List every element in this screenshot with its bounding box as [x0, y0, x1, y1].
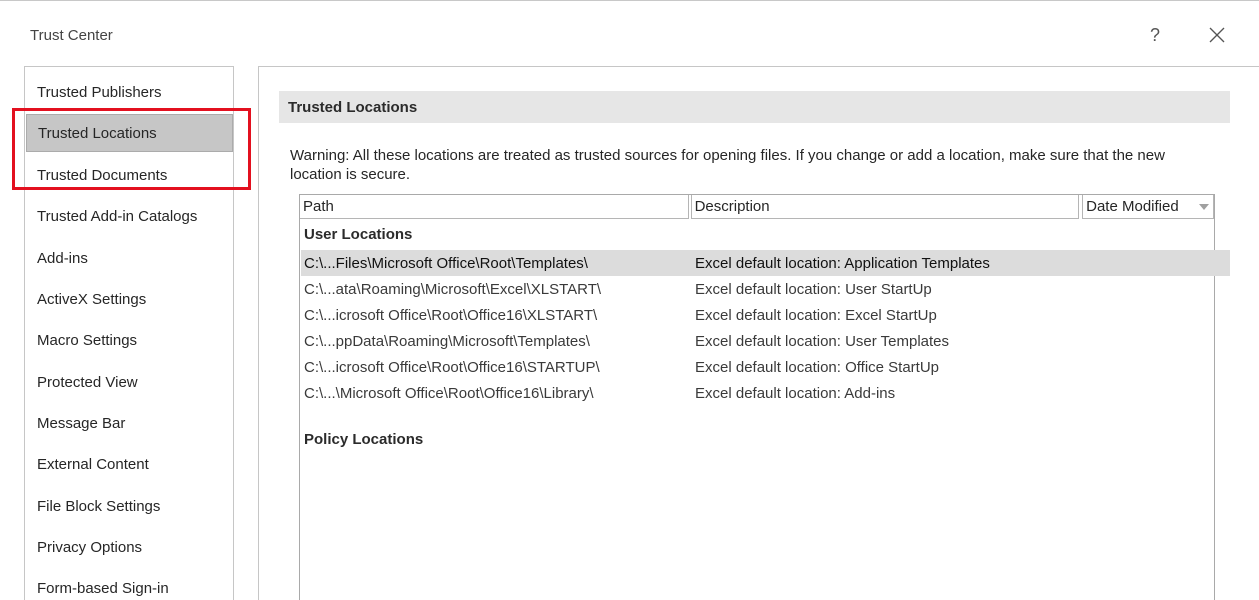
table-row[interactable]: C:\...\Microsoft Office\Root\Office16\Li…: [301, 380, 1230, 406]
sidebar-item-file-block-settings[interactable]: File Block Settings: [26, 487, 233, 525]
column-header-date-modified-label: Date Modified: [1086, 198, 1179, 215]
sidebar-item-trusted-documents[interactable]: Trusted Documents: [26, 156, 233, 194]
cell-path: C:\...Files\Microsoft Office\Root\Templa…: [304, 254, 588, 272]
table-row[interactable]: C:\...Files\Microsoft Office\Root\Templa…: [301, 250, 1230, 276]
sidebar-item-external-content[interactable]: External Content: [26, 445, 233, 483]
group-label-policy-locations: Policy Locations: [304, 431, 424, 448]
cell-path: C:\...ata\Roaming\Microsoft\Excel\XLSTAR…: [304, 280, 602, 298]
table-row[interactable]: C:\...ata\Roaming\Microsoft\Excel\XLSTAR…: [301, 276, 1230, 302]
table-row[interactable]: C:\...icrosoft Office\Root\Office16\XLST…: [301, 302, 1230, 328]
sidebar-item-add-ins[interactable]: Add-ins: [26, 239, 233, 277]
sidebar-item-privacy-options[interactable]: Privacy Options: [26, 528, 233, 566]
close-button[interactable]: [1204, 22, 1230, 48]
column-header-description[interactable]: Description: [690, 195, 1080, 219]
sidebar-item-trusted-locations[interactable]: Trusted Locations: [26, 114, 233, 152]
table-row[interactable]: C:\...ppData\Roaming\Microsoft\Templates…: [301, 328, 1230, 354]
close-icon: [1209, 27, 1225, 43]
warning-text: Warning: All these locations are treated…: [290, 147, 1165, 183]
section-title: Trusted Locations: [279, 91, 1230, 123]
sort-descending-icon: [1198, 203, 1209, 210]
cell-description: Excel default location: User StartUp: [695, 280, 932, 298]
cell-description: Excel default location: Excel StartUp: [695, 306, 937, 324]
group-label-user-locations: User Locations: [304, 226, 413, 243]
title-bar: Trust Center ?: [0, 0, 1259, 64]
cell-description: Excel default location: User Templates: [695, 332, 950, 350]
sidebar-nav: Trusted Publishers Trusted Locations Tru…: [24, 66, 234, 600]
sidebar-item-message-bar[interactable]: Message Bar: [26, 404, 233, 442]
column-header-path[interactable]: Path: [300, 195, 689, 219]
cell-path: C:\...icrosoft Office\Root\Office16\XLST…: [304, 306, 598, 324]
cell-description: Excel default location: Office StartUp: [695, 358, 940, 376]
sidebar-item-protected-view[interactable]: Protected View: [26, 363, 233, 401]
help-button[interactable]: ?: [1142, 22, 1168, 48]
cell-path: C:\...icrosoft Office\Root\Office16\STAR…: [304, 358, 600, 376]
sidebar-item-trusted-add-in-catalogs[interactable]: Trusted Add-in Catalogs: [26, 197, 233, 235]
trusted-locations-table: Path Description Date Modified User Loca…: [299, 194, 1230, 600]
column-header-date-modified[interactable]: Date Modified: [1082, 195, 1214, 219]
sidebar-item-form-based-sign-in[interactable]: Form-based Sign-in: [26, 569, 233, 600]
table-header: Path Description Date Modified: [300, 195, 1214, 219]
cell-description: Excel default location: Add-ins: [695, 384, 896, 402]
cell-description: Excel default location: Application Temp…: [695, 254, 990, 272]
window-title: Trust Center: [30, 27, 113, 44]
sidebar-item-trusted-publishers[interactable]: Trusted Publishers: [26, 73, 233, 111]
cell-path: C:\...\Microsoft Office\Root\Office16\Li…: [304, 384, 594, 402]
table-row[interactable]: C:\...icrosoft Office\Root\Office16\STAR…: [301, 354, 1230, 380]
main-panel: Trusted Locations Warning: All these loc…: [258, 66, 1259, 600]
sidebar-item-activex-settings[interactable]: ActiveX Settings: [26, 280, 233, 318]
trust-center-window: Trust Center ? Trusted Publishers Truste…: [0, 0, 1259, 600]
cell-path: C:\...ppData\Roaming\Microsoft\Templates…: [304, 332, 590, 350]
sidebar-item-macro-settings[interactable]: Macro Settings: [26, 321, 233, 359]
